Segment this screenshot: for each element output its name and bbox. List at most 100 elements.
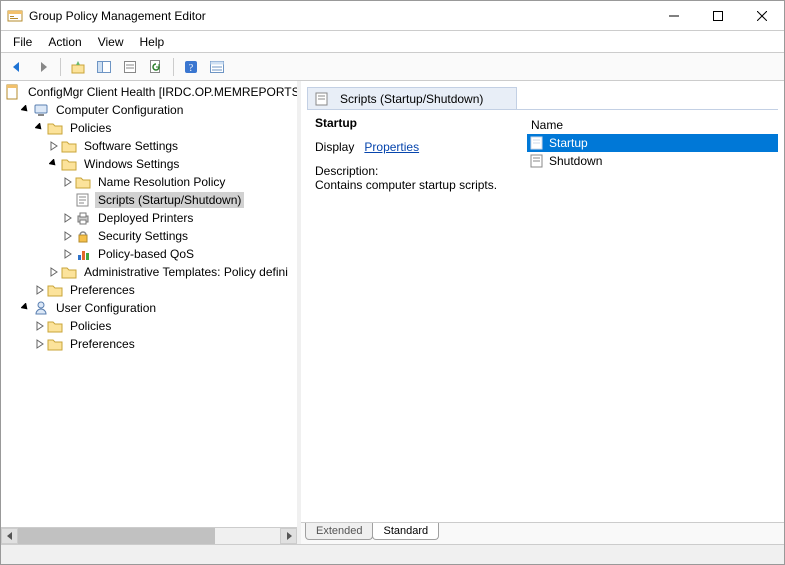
expander-icon[interactable] <box>61 229 75 243</box>
tree-node-root[interactable]: ConfigMgr Client Health [IRDC.OP.MEMREPO… <box>1 83 297 101</box>
tree-node-admin-templates[interactable]: Administrative Templates: Policy defini <box>1 263 297 281</box>
tree-label: Security Settings <box>95 228 191 244</box>
tree-node-windows-settings[interactable]: Windows Settings <box>1 155 297 173</box>
help-button[interactable]: ? <box>179 55 203 79</box>
expander-icon[interactable] <box>33 283 47 297</box>
expander-icon[interactable] <box>61 211 75 225</box>
refresh-button[interactable] <box>144 55 168 79</box>
tree-label: ConfigMgr Client Health [IRDC.OP.MEMREPO… <box>25 84 297 100</box>
titlebar: Group Policy Management Editor <box>1 1 784 31</box>
toolbar-separator <box>60 58 61 76</box>
tree-node-computer-config[interactable]: Computer Configuration <box>1 101 297 119</box>
window-title: Group Policy Management Editor <box>29 9 652 23</box>
folder-icon <box>61 138 77 154</box>
script-icon <box>314 91 330 107</box>
list-item-startup[interactable]: Startup <box>527 134 778 152</box>
tree-node-policy-qos[interactable]: Policy-based QoS <box>1 245 297 263</box>
script-icon <box>529 135 545 151</box>
tree-node-security-settings[interactable]: Security Settings <box>1 227 297 245</box>
forward-button[interactable] <box>31 55 55 79</box>
detail-pane: Scripts (Startup/Shutdown) Startup Displ… <box>301 81 784 544</box>
list-column: Name Startup Shutdown <box>527 116 778 516</box>
tree-label: Deployed Printers <box>95 210 196 226</box>
folder-icon <box>61 156 77 172</box>
tree-label: Windows Settings <box>81 156 182 172</box>
folder-icon <box>47 282 63 298</box>
tree-hscrollbar[interactable] <box>1 527 297 544</box>
description-text: Contains computer startup scripts. <box>315 178 519 192</box>
tree-node-user-policies[interactable]: Policies <box>1 317 297 335</box>
description-label: Description: <box>315 164 519 178</box>
menu-view[interactable]: View <box>90 33 132 51</box>
detail-header-text: Scripts (Startup/Shutdown) <box>340 92 483 106</box>
expander-icon[interactable] <box>33 121 47 135</box>
expander-icon[interactable] <box>33 337 47 351</box>
tree-label: Scripts (Startup/Shutdown) <box>95 192 244 208</box>
folder-icon <box>75 174 91 190</box>
expander-icon[interactable] <box>61 247 75 261</box>
tree-label: Computer Configuration <box>53 102 186 118</box>
expander-icon[interactable] <box>47 157 61 171</box>
tree-node-deployed-printers[interactable]: Deployed Printers <box>1 209 297 227</box>
computer-icon <box>33 102 49 118</box>
minimize-button[interactable] <box>652 1 696 31</box>
filter-button[interactable] <box>205 55 229 79</box>
properties-button[interactable] <box>118 55 142 79</box>
detail-column: Startup Display Properties Description: … <box>307 116 527 516</box>
tree-node-policies[interactable]: Policies <box>1 119 297 137</box>
close-button[interactable] <box>740 1 784 31</box>
maximize-button[interactable] <box>696 1 740 31</box>
tree-node-software-settings[interactable]: Software Settings <box>1 137 297 155</box>
tree-body[interactable]: ConfigMgr Client Health [IRDC.OP.MEMREPO… <box>1 81 297 527</box>
tab-extended[interactable]: Extended <box>305 523 373 540</box>
menu-file[interactable]: File <box>5 33 40 51</box>
tree-label: Policy-based QoS <box>95 246 197 262</box>
tree-node-preferences[interactable]: Preferences <box>1 281 297 299</box>
detail-title: Startup <box>315 116 519 130</box>
list-item-label: Shutdown <box>549 154 602 168</box>
detail-tabbar: Extended Standard <box>301 522 784 544</box>
toolbar-separator-2 <box>173 58 174 76</box>
tree-label: User Configuration <box>53 300 159 316</box>
list-column-header-name[interactable]: Name <box>527 116 778 134</box>
tree-node-name-resolution[interactable]: Name Resolution Policy <box>1 173 297 191</box>
scroll-left-button[interactable] <box>1 528 18 544</box>
back-button[interactable] <box>5 55 29 79</box>
expander-icon[interactable] <box>19 301 33 315</box>
tree-label: Software Settings <box>81 138 181 154</box>
svg-text:?: ? <box>189 63 194 74</box>
user-icon <box>33 300 49 316</box>
tree-label: Policies <box>67 318 114 334</box>
document-icon <box>5 84 21 100</box>
properties-link[interactable]: Properties <box>364 140 419 154</box>
tree-label: Policies <box>67 120 114 136</box>
folder-icon <box>61 264 77 280</box>
expander-icon[interactable] <box>47 139 61 153</box>
tree-node-user-preferences[interactable]: Preferences <box>1 335 297 353</box>
expander-icon[interactable] <box>61 175 75 189</box>
list-item-label: Startup <box>549 136 588 150</box>
up-button[interactable] <box>66 55 90 79</box>
expander-icon[interactable] <box>33 319 47 333</box>
tree-node-user-config[interactable]: User Configuration <box>1 299 297 317</box>
tree-node-scripts[interactable]: Scripts (Startup/Shutdown) <box>1 191 297 209</box>
scroll-track[interactable] <box>18 528 280 544</box>
chart-icon <box>75 246 91 262</box>
statusbar <box>1 544 784 564</box>
menu-help[interactable]: Help <box>132 33 173 51</box>
folder-icon <box>47 336 63 352</box>
scroll-right-button[interactable] <box>280 528 297 544</box>
tab-standard[interactable]: Standard <box>372 523 439 540</box>
tree-pane: ConfigMgr Client Health [IRDC.OP.MEMREPO… <box>1 81 301 544</box>
menubar: File Action View Help <box>1 31 784 53</box>
expander-icon[interactable] <box>19 103 33 117</box>
tree-label: Preferences <box>67 282 138 298</box>
toolbar: ? <box>1 53 784 81</box>
expander-icon[interactable] <box>47 265 61 279</box>
tree-label: Administrative Templates: Policy defini <box>81 264 291 280</box>
app-icon <box>7 8 23 24</box>
show-hide-tree-button[interactable] <box>92 55 116 79</box>
list-item-shutdown[interactable]: Shutdown <box>527 152 778 170</box>
folder-icon <box>47 120 63 136</box>
menu-action[interactable]: Action <box>40 33 89 51</box>
